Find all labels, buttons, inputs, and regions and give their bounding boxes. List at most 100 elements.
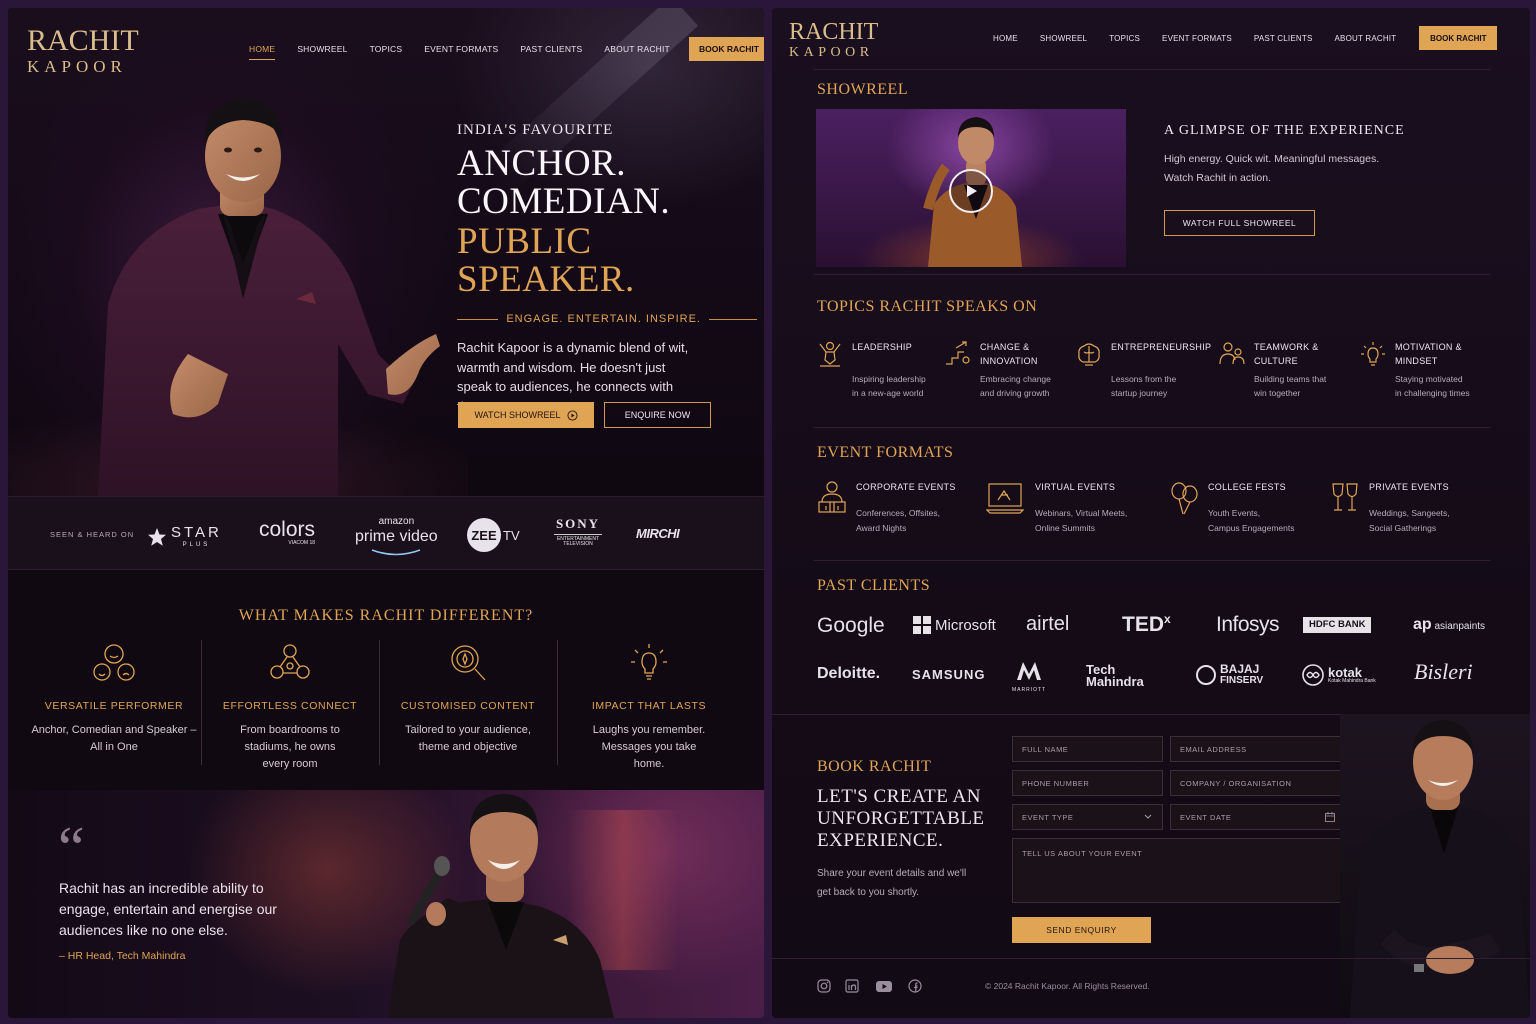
format-title: CORPORATE EVENTS [856,482,956,492]
topic-title: MOTIVATION & [1395,342,1462,352]
zeetv-logo: ZEE TV [467,518,520,552]
hero-line-speaker: PUBLIC SPEAKER. [457,221,635,300]
sony-text: SONY [555,516,601,531]
event-date-label: EVENT DATE [1180,812,1232,822]
showreel-video[interactable] [816,109,1126,267]
topic-title: ENTREPRENEURSHIP [1111,342,1212,352]
enquire-now-button[interactable]: ENQUIRE NOW [604,402,711,428]
feature-title: IMPACT THAT LASTS [591,700,707,712]
leader-icon [819,341,841,367]
footer-divider [772,958,1530,959]
instagram-icon[interactable] [817,979,831,993]
divider [814,560,1490,561]
nav-past-clients[interactable]: PAST CLIENTS [1254,34,1313,43]
event-type-label: EVENT TYPE [1022,812,1074,822]
booking-heading-1: LET'S CREATE AN [817,786,981,807]
nav-showreel[interactable]: SHOWREEL [297,44,347,54]
watch-showreel-button[interactable]: WATCH SHOWREEL [458,402,594,428]
format-desc: Award Nights [856,523,907,533]
topic-title: CHANGE & [980,342,1030,352]
send-enquiry-button[interactable]: SEND ENQUIRY [1012,917,1151,943]
logo-line2: KAPOOR [789,45,874,60]
magnifier-icon [451,645,486,681]
feature-desc: Tailored to your audience, theme and obj… [405,724,531,753]
full-name-field[interactable]: FULL NAME [1012,736,1163,762]
feature-title: EFFORTLESS CONNECT [222,700,358,712]
hero-copy: INDIA'S FAVOURITE ANCHOR. COMEDIAN. PUBL… [457,122,757,416]
nav-showreel[interactable]: SHOWREEL [1040,34,1087,43]
showreel-desc1: High energy. Quick wit. Meaningful messa… [1164,153,1380,165]
watch-full-showreel-button[interactable]: WATCH FULL SHOWREEL [1164,210,1315,236]
book-rachit-button[interactable]: BOOK RACHIT [1419,26,1498,50]
homepage-panel: RACHIT KAPOOR HOME SHOWREEL TOPICS EVENT… [8,8,764,1018]
client-infosys: Infosys [1216,613,1280,636]
topic-desc: and driving growth [980,388,1050,398]
seated-speaker-photo [1340,714,1530,1018]
company-field[interactable]: COMPANY / ORGANISATION [1170,770,1345,796]
topic-title: TEAMWORK & [1254,342,1319,352]
watch-showreel-label: WATCH SHOWREEL [474,410,561,420]
logo-line2: KAPOOR [27,57,127,76]
corporate-icon [818,481,846,513]
colors-logo: colors VIACOM 18 [259,519,315,546]
topics-title: TOPICS RACHIT SPEAKS ON [817,298,1038,315]
topic-desc: Building teams that [1254,374,1327,384]
brain-bulb-icon [1078,343,1100,366]
topic-desc: startup journey [1111,388,1168,398]
brand-logo[interactable]: RACHIT KAPOOR [27,26,139,76]
topic-desc: Staying motivated [1395,374,1463,384]
client-asianpaints: ap asianpaints [1413,616,1486,633]
main-nav: HOME SHOWREEL TOPICS EVENT FORMATS PAST … [249,37,764,61]
kotak-infinity-icon [1302,664,1324,686]
play-button[interactable] [949,169,993,213]
brand-logo[interactable]: RACHIT KAPOOR [789,20,878,60]
sony-logo: SONY ENTERTAINMENT TELEVISION [554,517,602,547]
mahindra-text: Mahindra [1086,674,1144,689]
format-desc: Online Summits [1035,523,1095,533]
client-marriott: MARRIOTT [1012,660,1046,693]
facebook-icon[interactable] [908,979,922,993]
email-field[interactable]: EMAIL ADDRESS [1170,736,1345,762]
stairs-arrow-icon [946,341,970,365]
event-date-field[interactable]: EVENT DATE [1170,804,1345,830]
quote-author: – HR Head, Tech Mahindra [59,950,186,962]
phone-field[interactable]: PHONE NUMBER [1012,770,1163,796]
booking-heading-2: UNFORGETTABLE [817,808,985,829]
topic-desc: Inspiring leadership [852,374,926,384]
colors-text: colors [259,518,316,541]
nav-topics[interactable]: TOPICS [370,44,403,54]
nav-about[interactable]: ABOUT RACHIT [1335,34,1397,43]
nav-past-clients[interactable]: PAST CLIENTS [520,44,582,54]
nav-home[interactable]: HOME [993,34,1018,43]
starplus-text: STAR [171,524,222,541]
nav-event-formats[interactable]: EVENT FORMATS [1162,34,1232,43]
people-network-icon [270,644,310,679]
client-tech-mahindra: Tech Mahindra [1086,663,1144,689]
sony-sub: ENTERTAINMENT TELEVISION [554,534,602,547]
mirchi-logo: MIRCHI [636,526,680,541]
book-rachit-button[interactable]: BOOK RACHIT [688,37,764,61]
nav-home[interactable]: HOME [249,44,276,60]
ted-text: TED [1122,613,1164,636]
booking-title: BOOK RACHIT [817,758,932,775]
marriott-m-icon [1017,662,1042,680]
client-hdfc: HDFC BANK [1303,617,1372,633]
team-icon [1219,342,1245,365]
event-type-select[interactable]: EVENT TYPE [1012,804,1163,830]
client-airtel: airtel [1026,613,1070,635]
laptop-icon [986,483,1024,514]
prime-text: prime video [355,528,438,545]
nav-event-formats[interactable]: EVENT FORMATS [424,44,498,54]
microsoft-squares-icon [913,616,931,634]
zee-text: ZEE [467,518,501,552]
balloons-icon [1171,482,1198,515]
nav-topics[interactable]: TOPICS [1109,34,1140,43]
speaker-photo [98,98,440,496]
testimonial-section: “ Rachit has an incredible ability to en… [8,790,764,1018]
topic-desc: win together [1254,388,1301,398]
linkedin-icon[interactable] [845,979,859,993]
event-message-textarea[interactable]: TELL US ABOUT YOUR EVENT [1012,838,1345,903]
youtube-icon[interactable] [875,979,893,993]
nav-about[interactable]: ABOUT RACHIT [604,44,670,54]
quote-text: Rachit has an incredible ability to enga… [59,880,277,938]
